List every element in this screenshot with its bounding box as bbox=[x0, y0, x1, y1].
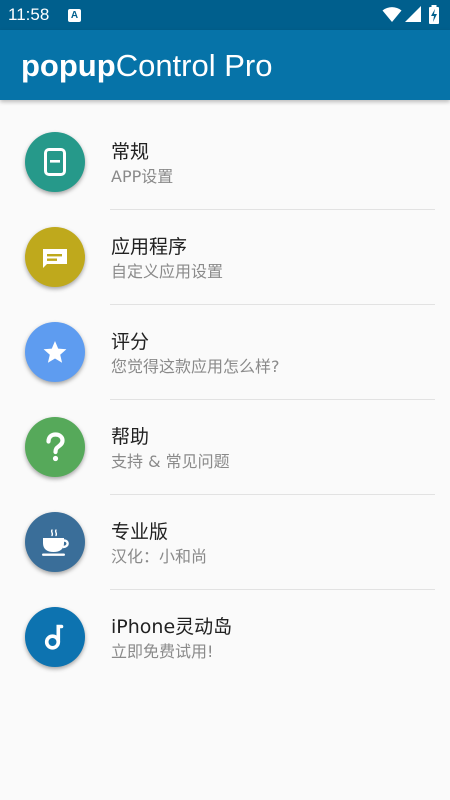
message-icon-circle bbox=[25, 227, 85, 287]
menu-item-title: 常规 bbox=[111, 141, 150, 163]
menu-item-subtitle: 支持 & 常见问题 bbox=[111, 452, 230, 471]
menu-item-title: 专业版 bbox=[111, 521, 169, 543]
menu-item-title: 帮助 bbox=[111, 426, 150, 448]
notification-icon: A bbox=[68, 9, 81, 22]
menu-item-pro[interactable]: 专业版 汉化：小和尚 bbox=[0, 495, 450, 590]
menu-item-applications[interactable]: 应用程序 自定义应用设置 bbox=[0, 210, 450, 305]
music-icon-circle bbox=[25, 607, 85, 667]
coffee-cup-icon bbox=[42, 529, 69, 556]
menu-item-subtitle: APP设置 bbox=[111, 167, 174, 186]
status-bar: 11:58 A bbox=[0, 0, 450, 30]
star-icon-circle bbox=[25, 322, 85, 382]
app-bar: popupControl Pro bbox=[0, 30, 450, 100]
status-time: 11:58 bbox=[8, 5, 50, 24]
menu-item-rate[interactable]: 评分 您觉得这款应用怎么样? bbox=[0, 305, 450, 400]
app-title-bold: popup bbox=[21, 48, 116, 83]
phone-icon bbox=[44, 148, 66, 176]
message-icon bbox=[43, 249, 67, 268]
settings-menu: 常规 APP设置 应用程序 自定义应用设置 评分 您觉得这款应用怎么样? 帮助 … bbox=[0, 115, 450, 685]
signal-icon bbox=[405, 6, 421, 22]
phone-icon-circle bbox=[25, 132, 85, 192]
menu-item-title: 评分 bbox=[111, 331, 150, 353]
menu-item-subtitle: 汉化：小和尚 bbox=[111, 547, 208, 566]
menu-item-subtitle: 自定义应用设置 bbox=[111, 262, 224, 281]
question-icon-circle bbox=[25, 417, 85, 477]
menu-item-general[interactable]: 常规 APP设置 bbox=[0, 115, 450, 210]
menu-item-title: iPhone灵动岛 bbox=[111, 616, 233, 638]
app-title: popupControl Pro bbox=[21, 46, 272, 86]
battery-charging-icon bbox=[429, 5, 439, 24]
star-icon bbox=[43, 341, 67, 363]
menu-item-subtitle: 立即免费试用! bbox=[111, 642, 214, 661]
question-icon bbox=[46, 432, 65, 462]
menu-item-title: 应用程序 bbox=[111, 236, 188, 258]
menu-item-subtitle: 您觉得这款应用怎么样? bbox=[111, 357, 280, 376]
status-icons bbox=[382, 5, 442, 25]
menu-item-dynamic-island[interactable]: iPhone灵动岛 立即免费试用! bbox=[0, 590, 450, 685]
app-title-regular: Control Pro bbox=[115, 48, 273, 83]
music-note-icon bbox=[44, 624, 64, 650]
wifi-icon bbox=[382, 7, 402, 22]
coffee-icon-circle bbox=[25, 512, 85, 572]
menu-item-help[interactable]: 帮助 支持 & 常见问题 bbox=[0, 400, 450, 495]
